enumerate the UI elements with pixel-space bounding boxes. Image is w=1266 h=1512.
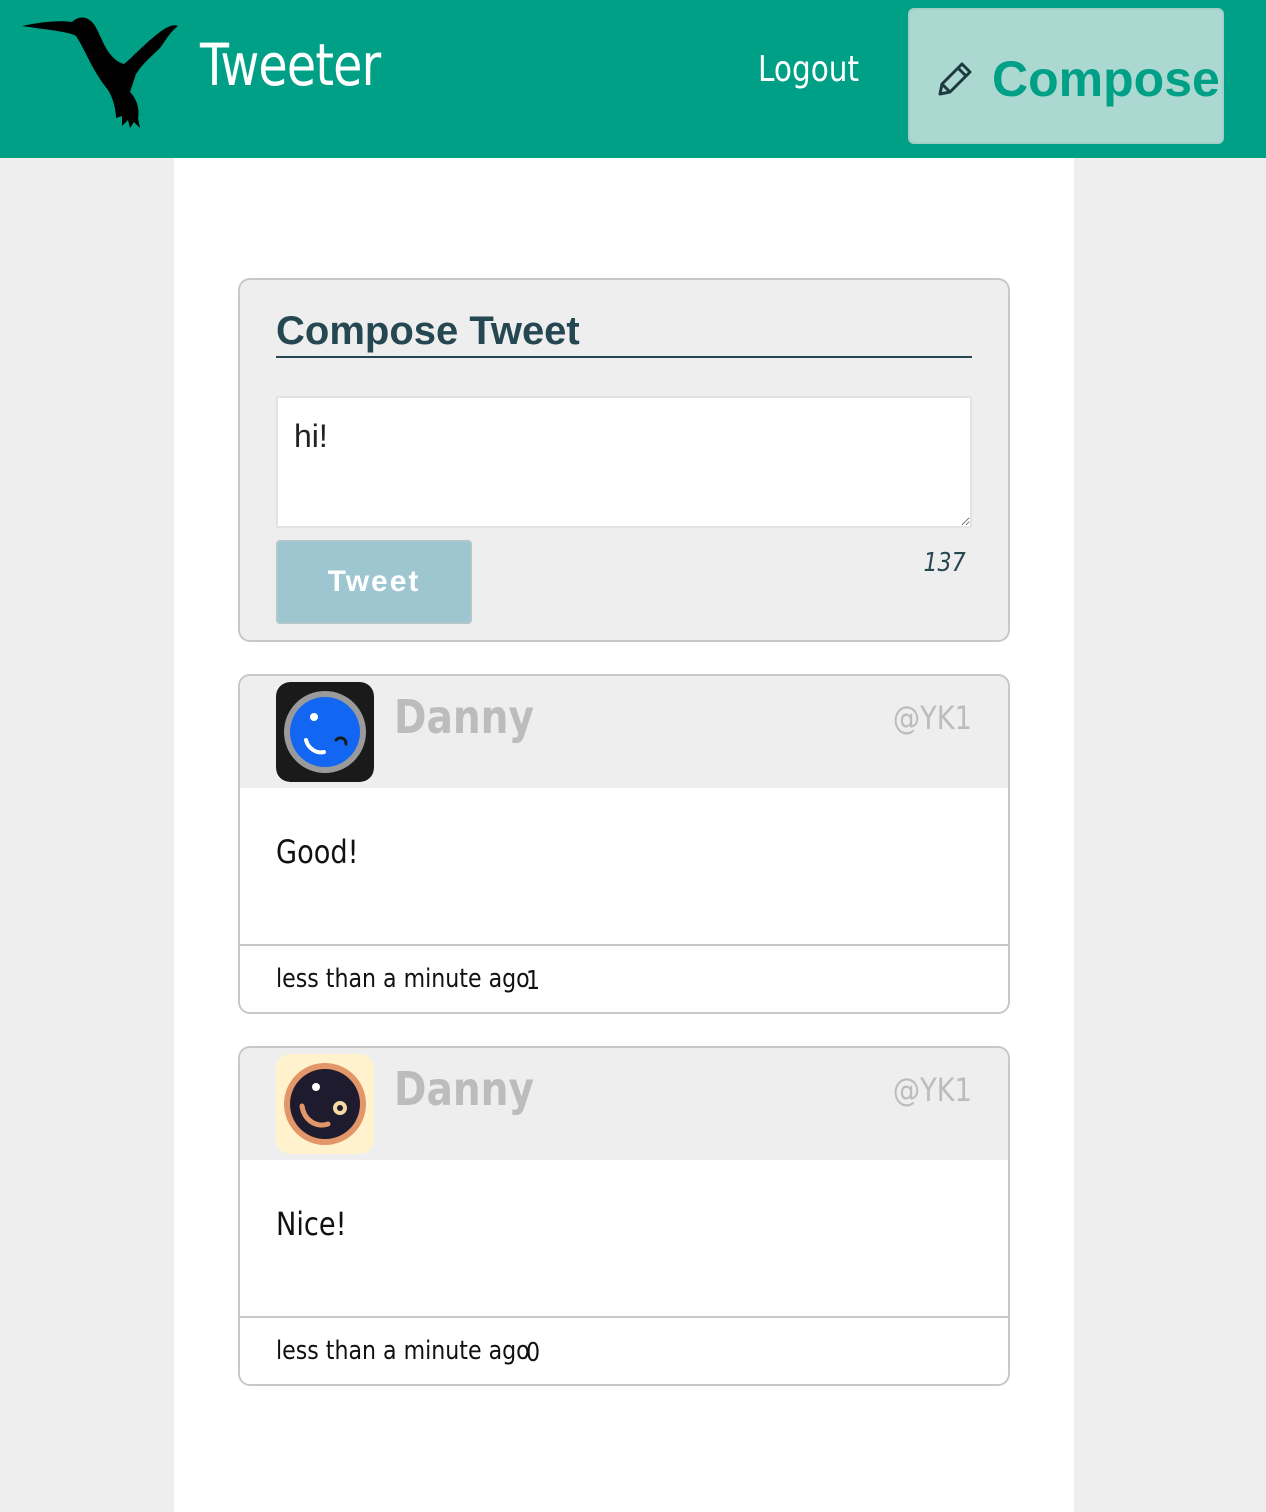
main-content: Compose Tweet hi! Tweet 137 Danny @YK1 G… [174,158,1074,1512]
tweet-footer: less than a minute ago 0 [240,1316,1008,1384]
orange-face-avatar-icon [276,1054,374,1154]
brand-title: Tweeter [200,31,381,99]
tweet-author-name: Danny [394,690,535,744]
compose-tweet-form: Compose Tweet hi! Tweet 137 [238,278,1010,642]
tweet-text: Good! [276,833,359,871]
tweet-submit-button[interactable]: Tweet [276,540,472,624]
tweet-author-handle: @YK1 [893,699,972,737]
tweet-card: Danny @YK1 Good! less than a minute ago … [238,674,1010,1014]
compose-button-label: Compose [992,51,1220,107]
tweet-like-count[interactable]: 0 [526,1340,540,1366]
tweet-timestamp: less than a minute ago [276,964,530,994]
tweet-text-input[interactable]: hi! [276,396,972,528]
blue-face-avatar-icon [276,682,374,782]
compose-toggle-button[interactable]: Compose [908,8,1224,144]
tweet-author-handle: @YK1 [893,1071,972,1109]
tweet-text: Nice! [276,1205,347,1243]
tweet-author-name: Danny [394,1062,535,1116]
pencil-icon [938,62,972,96]
tweet-card: Danny @YK1 Nice! less than a minute ago … [238,1046,1010,1386]
tweet-like-count[interactable]: 1 [526,968,540,994]
tweet-header: Danny @YK1 [240,676,1008,788]
hummingbird-logo-icon [22,17,178,128]
logout-link[interactable]: Logout [758,52,859,88]
compose-tweet-title: Compose Tweet [276,308,972,358]
tweet-header: Danny @YK1 [240,1048,1008,1160]
top-nav-bar: Tweeter Logout Compose [0,0,1266,158]
tweet-footer: less than a minute ago 1 [240,944,1008,1012]
character-counter: 137 [923,548,966,578]
tweet-timestamp: less than a minute ago [276,1336,530,1366]
